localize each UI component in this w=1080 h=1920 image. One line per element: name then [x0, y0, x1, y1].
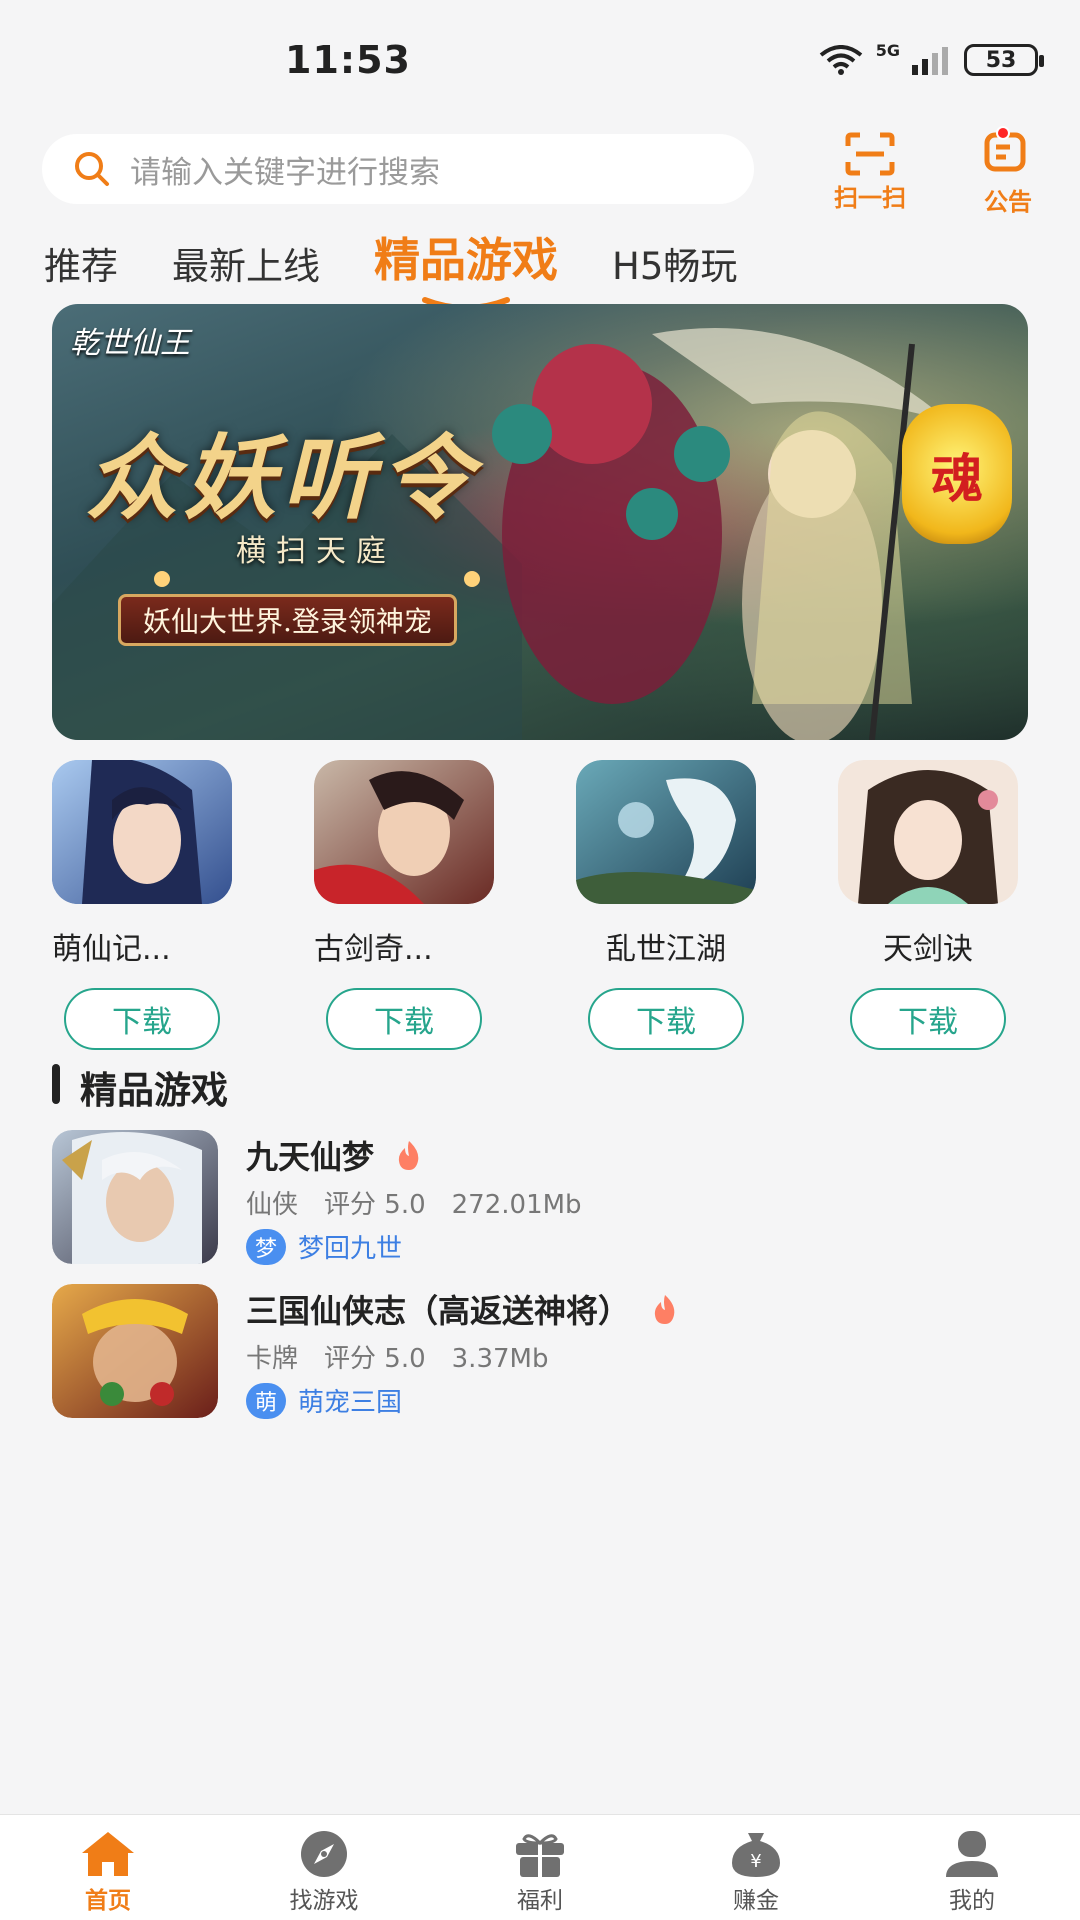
- banner-logo: 乾世仙王: [70, 326, 190, 361]
- game-tag: 萌 萌宠三国: [246, 1382, 402, 1419]
- notice-label: 公告: [984, 188, 1032, 216]
- notice-badge-dot: [996, 126, 1010, 140]
- wifi-icon: [819, 45, 862, 75]
- compass-icon: [301, 1831, 347, 1877]
- featured-game-card[interactable]: 天剑诀 下载: [818, 760, 1038, 1050]
- featured-game-name: 古剑奇...: [314, 932, 433, 967]
- tab-premium-games-label: 精品游戏: [374, 233, 558, 287]
- section-title: 精品游戏: [80, 1069, 228, 1112]
- featured-game-card[interactable]: 萌仙记... 下载: [32, 760, 252, 1050]
- featured-game-name: 乱世江湖: [606, 932, 726, 967]
- game-title-text: 三国仙侠志（高返送神将）: [246, 1292, 631, 1330]
- tab-newest[interactable]: 最新上线: [172, 236, 320, 290]
- game-thumb-jiutianxianmeng: [52, 1130, 218, 1264]
- nav-welfare[interactable]: 福利: [432, 1815, 648, 1920]
- money-bag-icon: ¥: [732, 1833, 780, 1877]
- hot-flame-icon: [654, 1295, 675, 1324]
- user-icon: [946, 1831, 998, 1877]
- nav-mine[interactable]: 我的: [864, 1815, 1080, 1920]
- game-list-item[interactable]: 九天仙梦 仙侠 评分 5.0 272.01Mb 梦 梦回九世: [52, 1130, 1032, 1265]
- game-icon-luanshijianghu: [576, 760, 756, 904]
- banner-title: 众妖听令: [86, 424, 479, 532]
- banner-lantern: 魂: [902, 404, 1012, 544]
- promo-banner[interactable]: 乾世仙王 众妖听令 横扫天庭 妖仙大世界.登录领神宠 魂: [52, 304, 1028, 740]
- tag-badge: 梦: [246, 1228, 286, 1265]
- game-rating: 评分 5.0: [324, 1190, 426, 1220]
- featured-game-card[interactable]: 古剑奇... 下载: [294, 760, 514, 1050]
- game-icon-mengxianji: [52, 760, 232, 904]
- tab-premium-games[interactable]: 精品游戏: [374, 224, 558, 311]
- bottom-nav: 首页 找游戏 福利 ¥ 赚金 我的: [0, 1814, 1080, 1920]
- notice-button[interactable]: 公告: [958, 126, 1058, 217]
- battery-indicator: 53: [964, 44, 1044, 76]
- download-button[interactable]: 下载: [850, 988, 1006, 1050]
- featured-game-card[interactable]: 乱世江湖 下载: [556, 760, 776, 1050]
- scan-icon: [845, 132, 895, 176]
- nav-find-games-label: 找游戏: [289, 1888, 359, 1914]
- nav-home[interactable]: 首页: [0, 1815, 216, 1920]
- game-list-item[interactable]: 三国仙侠志（高返送神将） 卡牌 评分 5.0 3.37Mb 萌 萌宠三国: [52, 1284, 1032, 1419]
- game-icon-gujianqi: [314, 760, 494, 904]
- game-meta: 仙侠 评分 5.0 272.01Mb: [246, 1184, 608, 1221]
- scan-button[interactable]: 扫一扫: [820, 132, 920, 213]
- game-meta: 卡牌 评分 5.0 3.37Mb: [246, 1338, 574, 1375]
- svg-text:¥: ¥: [750, 1851, 761, 1872]
- download-button[interactable]: 下载: [326, 988, 482, 1050]
- game-title: 九天仙梦: [246, 1132, 424, 1178]
- download-button[interactable]: 下载: [588, 988, 744, 1050]
- nav-earn-label: 赚金: [733, 1888, 779, 1914]
- nav-earn[interactable]: ¥ 赚金: [648, 1815, 864, 1920]
- status-icons: 5G 53: [818, 40, 1044, 76]
- featured-game-name: 萌仙记...: [52, 932, 171, 967]
- search-placeholder: 请输入关键字进行搜索: [130, 154, 440, 191]
- game-tag: 梦 梦回九世: [246, 1228, 402, 1265]
- search-input[interactable]: 请输入关键字进行搜索: [42, 134, 754, 204]
- game-thumb-sanguoxianxiazhi: [52, 1284, 218, 1418]
- game-title: 三国仙侠志（高返送神将）: [246, 1286, 680, 1332]
- signal-icon: [912, 47, 948, 75]
- nav-home-label: 首页: [85, 1888, 131, 1914]
- game-size: 3.37Mb: [451, 1344, 549, 1374]
- hot-flame-icon: [398, 1141, 419, 1170]
- download-button[interactable]: 下载: [64, 988, 220, 1050]
- featured-game-name: 天剑诀: [883, 932, 973, 967]
- home-icon: [82, 1832, 134, 1876]
- game-icon-tianjianjue: [838, 760, 1018, 904]
- tab-recommend[interactable]: 推荐: [44, 236, 118, 290]
- search-icon: [75, 152, 109, 186]
- game-category: 卡牌: [246, 1344, 299, 1374]
- banner-subtitle: 横扫天庭: [236, 534, 396, 569]
- network-type: 5G: [875, 40, 900, 60]
- status-time: 11:53: [285, 38, 411, 82]
- banner-ribbon-text: 妖仙大世界.登录领神宠: [143, 605, 432, 638]
- category-tabs: 推荐 最新上线 精品游戏 H5畅玩: [44, 224, 791, 311]
- game-category: 仙侠: [246, 1190, 299, 1220]
- tag-text: 萌宠三国: [298, 1388, 403, 1418]
- game-title-text: 九天仙梦: [246, 1138, 375, 1176]
- tag-badge: 萌: [246, 1382, 286, 1419]
- banner-ribbon: 妖仙大世界.登录领神宠: [118, 594, 457, 646]
- nav-welfare-label: 福利: [517, 1888, 563, 1914]
- notice-icon: [984, 132, 1026, 172]
- nav-mine-label: 我的: [949, 1888, 995, 1914]
- gift-icon: [516, 1834, 564, 1877]
- tag-text: 梦回九世: [298, 1234, 403, 1264]
- game-size: 272.01Mb: [451, 1190, 582, 1220]
- section-marker: [52, 1064, 60, 1104]
- tab-h5[interactable]: H5畅玩: [612, 236, 737, 290]
- scan-label: 扫一扫: [834, 184, 906, 212]
- game-rating: 评分 5.0: [324, 1344, 426, 1374]
- nav-find-games[interactable]: 找游戏: [216, 1815, 432, 1920]
